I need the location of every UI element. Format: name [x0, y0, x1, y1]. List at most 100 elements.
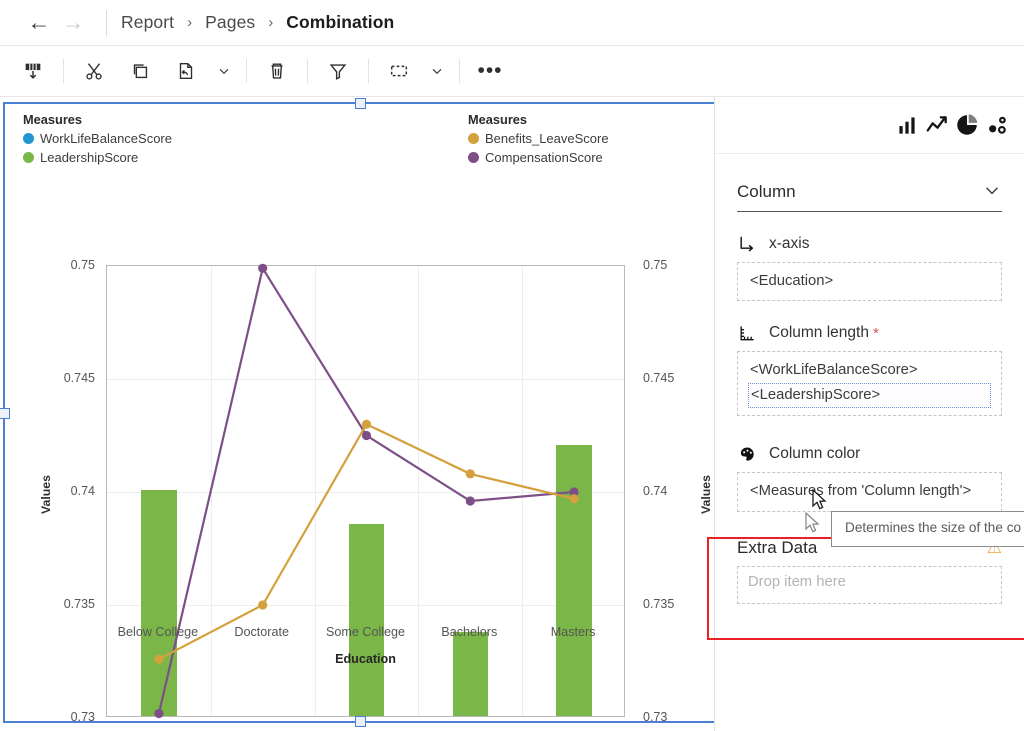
breadcrumb-item-combination: Combination [286, 12, 394, 33]
dropzone-column-color[interactable]: <Measures from 'Column length'> [737, 472, 1002, 511]
y-axis-tick-left: 0.73 [25, 710, 95, 724]
field-chip[interactable]: <Education> [748, 270, 991, 293]
toolbar: ••• [0, 46, 1024, 97]
field-chip[interactable]: <WorkLifeBalanceScore> [748, 359, 991, 382]
data-point[interactable] [258, 264, 267, 273]
legend-item-label: WorkLifeBalanceScore [40, 131, 172, 146]
field-column-color: Column color <Measures from 'Column leng… [715, 444, 1024, 511]
x-axis-tick: Some College [326, 625, 405, 639]
field-title: x-axis [769, 235, 809, 253]
field-column-length: Column length * <WorkLifeBalanceScore> <… [715, 323, 1024, 416]
data-point[interactable] [154, 709, 163, 718]
main-area: Measures WorkLifeBalanceScore Leadership… [0, 97, 1024, 731]
select-area-icon[interactable] [376, 51, 422, 91]
field-title: Column color [769, 445, 860, 463]
cut-icon[interactable] [71, 51, 117, 91]
copy-icon[interactable] [117, 51, 163, 91]
delete-icon[interactable] [254, 51, 300, 91]
y-axis-tick-right: 0.73 [643, 710, 713, 724]
filter-icon[interactable] [315, 51, 361, 91]
divider [307, 59, 308, 83]
divider [106, 10, 107, 36]
more-icon[interactable]: ••• [467, 51, 513, 91]
divider [246, 59, 247, 83]
scatter-chart-icon[interactable] [984, 112, 1010, 138]
y-axis-tick-left: 0.735 [25, 597, 95, 611]
field-chip-selected[interactable]: <LeadershipScore> [748, 383, 991, 408]
field-x-axis: x-axis <Education> [715, 234, 1024, 301]
field-header: x-axis [737, 234, 1002, 254]
breadcrumb-chevron-icon: › [187, 14, 192, 31]
data-point[interactable] [466, 496, 475, 505]
field-chip[interactable]: <Measures from 'Column length'> [748, 480, 991, 503]
breadcrumb-chevron-icon: › [268, 14, 273, 31]
data-point[interactable] [466, 469, 475, 478]
legend-item-label: CompensationScore [485, 150, 603, 165]
data-point[interactable] [570, 494, 579, 503]
y-axis-tick-right: 0.745 [643, 371, 713, 385]
ruler-icon [737, 323, 759, 343]
resize-handle-left[interactable] [0, 408, 10, 419]
dropzone-extra-data[interactable]: Drop item here [737, 566, 1002, 604]
legend-group-1: Measures WorkLifeBalanceScore Leadership… [23, 112, 293, 169]
chevron-down-icon [982, 180, 1002, 204]
plot-wrapper: Values Values 0.730.730.7350.7350.740.74… [5, 169, 719, 709]
palette-icon [737, 444, 759, 464]
line-series [159, 424, 574, 659]
legend-item[interactable]: CompensationScore [468, 150, 603, 165]
required-asterisk: * [873, 325, 879, 342]
chart-type-icon-group [715, 97, 1024, 154]
dropzone-column-length[interactable]: <WorkLifeBalanceScore> <LeadershipScore> [737, 351, 1002, 416]
legend-item-label: Benefits_LeaveScore [485, 131, 609, 146]
bar-chart-icon[interactable] [894, 112, 920, 138]
legend-color-swatch [468, 152, 479, 163]
forward-arrow-icon[interactable]: → [56, 6, 90, 40]
pie-chart-icon[interactable] [954, 112, 980, 138]
y-axis-tick-right: 0.74 [643, 484, 713, 498]
field-extra-data: Extra Data ⚠ Drop item here [715, 538, 1024, 604]
x-axis-tick: Below College [118, 625, 199, 639]
chart-visual-panel[interactable]: Measures WorkLifeBalanceScore Leadership… [3, 102, 717, 723]
dropzone-x-axis[interactable]: <Education> [737, 262, 1002, 301]
y-axis-tick-right: 0.75 [643, 258, 713, 272]
field-header: Column length * [737, 323, 1002, 343]
line-series [159, 268, 574, 713]
series-layer [107, 266, 626, 718]
x-axis-tick: Doctorate [234, 625, 289, 639]
field-title: Column length [769, 324, 869, 342]
data-point[interactable] [362, 420, 371, 429]
resize-handle-top[interactable] [355, 98, 366, 109]
chevron-down-icon[interactable] [422, 51, 452, 91]
legend-item[interactable]: LeadershipScore [23, 150, 138, 165]
breadcrumb-bar: ← → Report › Pages › Combination [0, 0, 1024, 46]
divider [368, 59, 369, 83]
y-axis-tick-left: 0.74 [25, 484, 95, 498]
back-arrow-icon[interactable]: ← [22, 6, 56, 40]
legend-title: Measures [468, 112, 668, 127]
y-axis-tick-right: 0.735 [643, 597, 713, 611]
x-axis-tick: Bachelors [441, 625, 497, 639]
chart-type-select[interactable]: Column [737, 172, 1002, 212]
legend-item[interactable]: Benefits_LeaveScore [468, 131, 609, 146]
field-title: Extra Data [737, 538, 817, 558]
tooltip: Determines the size of the co [831, 511, 1024, 547]
axis-icon [737, 234, 759, 254]
divider [63, 59, 64, 83]
insert-table-icon[interactable] [10, 51, 56, 91]
chevron-down-icon[interactable] [209, 51, 239, 91]
chart-type-value: Column [737, 182, 796, 202]
breadcrumb-item-report[interactable]: Report [121, 12, 174, 33]
data-point[interactable] [362, 431, 371, 440]
data-point[interactable] [258, 600, 267, 609]
resize-handle-bottom[interactable] [355, 716, 366, 727]
plot-area [106, 265, 625, 717]
legend-item[interactable]: WorkLifeBalanceScore [23, 131, 172, 146]
field-header: Column color [737, 444, 1002, 464]
paste-icon[interactable] [163, 51, 209, 91]
legend-color-swatch [468, 133, 479, 144]
legend-title: Measures [23, 112, 293, 127]
chart-legend: Measures WorkLifeBalanceScore Leadership… [5, 104, 715, 169]
breadcrumb-item-pages[interactable]: Pages [205, 12, 255, 33]
line-chart-icon[interactable] [924, 112, 950, 138]
more-glyph: ••• [477, 67, 502, 75]
